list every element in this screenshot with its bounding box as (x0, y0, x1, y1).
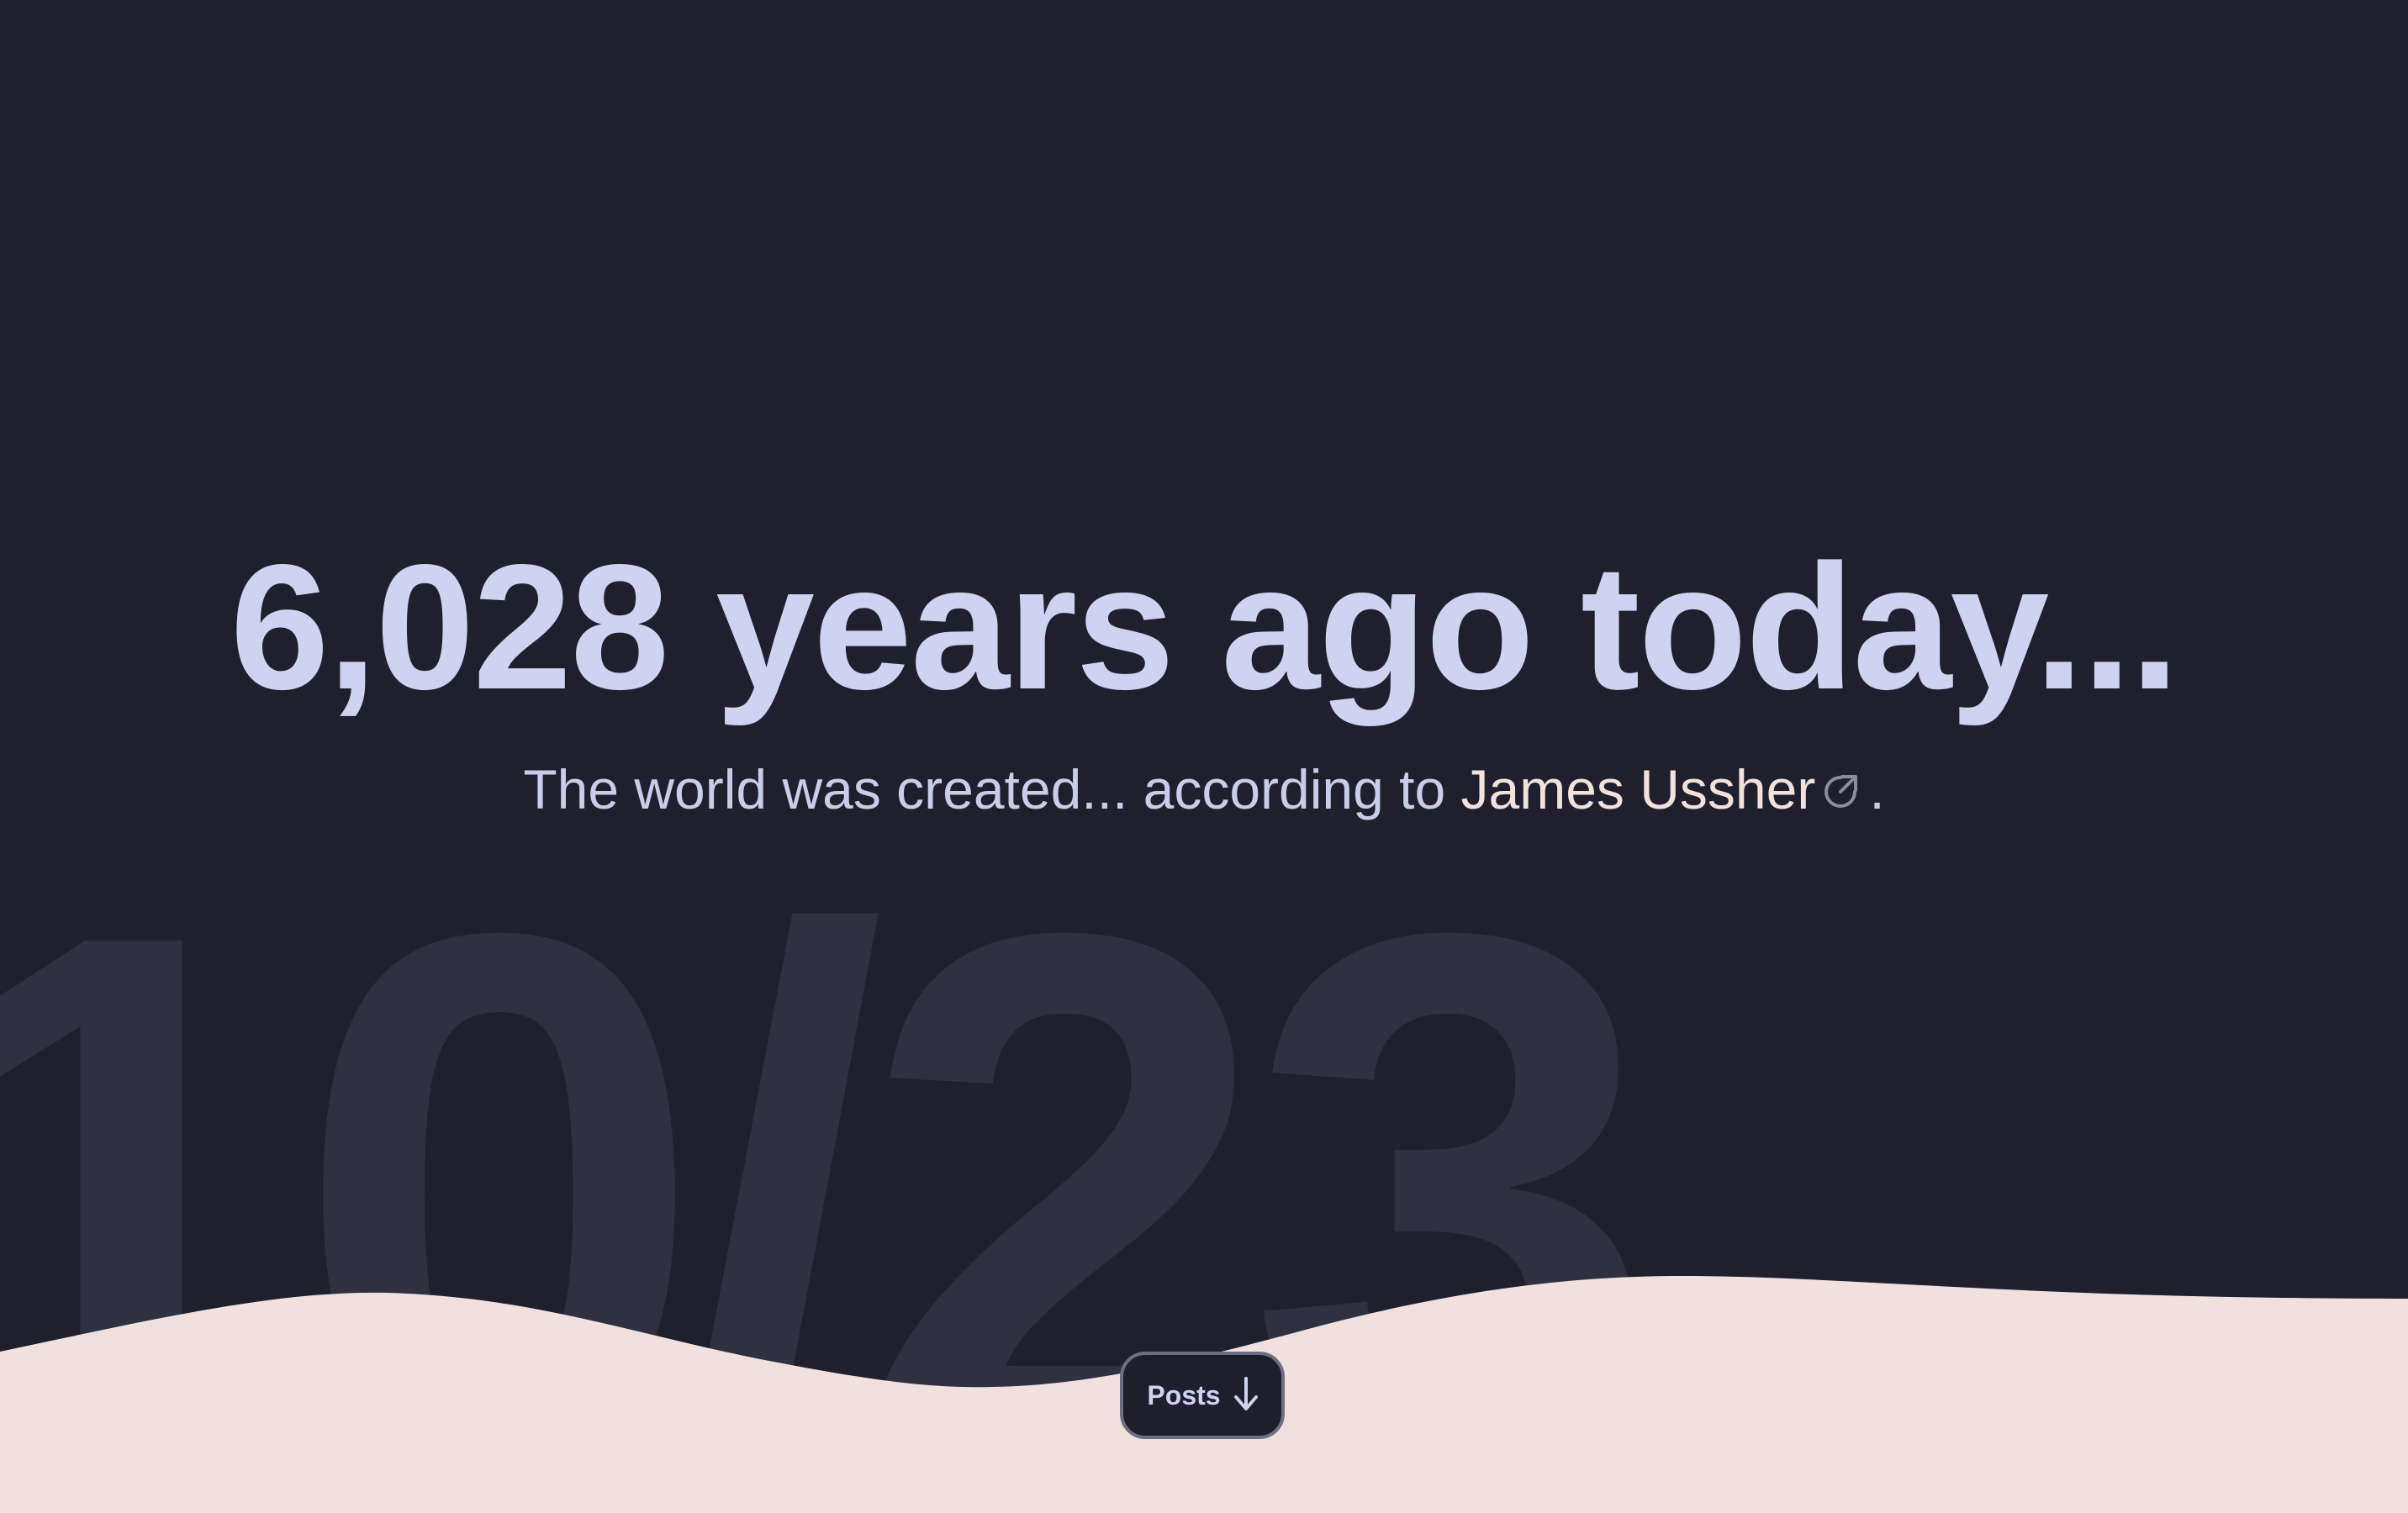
page: 10/23 6,028 years ago today... The world… (0, 0, 2408, 1513)
posts-button[interactable]: Posts (1120, 1352, 1285, 1439)
posts-button-label: Posts (1147, 1379, 1221, 1410)
arrow-down-icon (1233, 1375, 1258, 1416)
subtitle-suffix: . (1869, 758, 1885, 820)
wave-divider (0, 1276, 2408, 1513)
hero-subtitle: The world was created... according to Ja… (0, 762, 2408, 820)
james-ussher-link[interactable]: James Ussher (1461, 758, 1816, 820)
subtitle-prefix: The world was created... according to (523, 758, 1461, 820)
external-link-icon[interactable] (1820, 765, 1861, 820)
hero-title: 6,028 years ago today... (230, 527, 2180, 726)
